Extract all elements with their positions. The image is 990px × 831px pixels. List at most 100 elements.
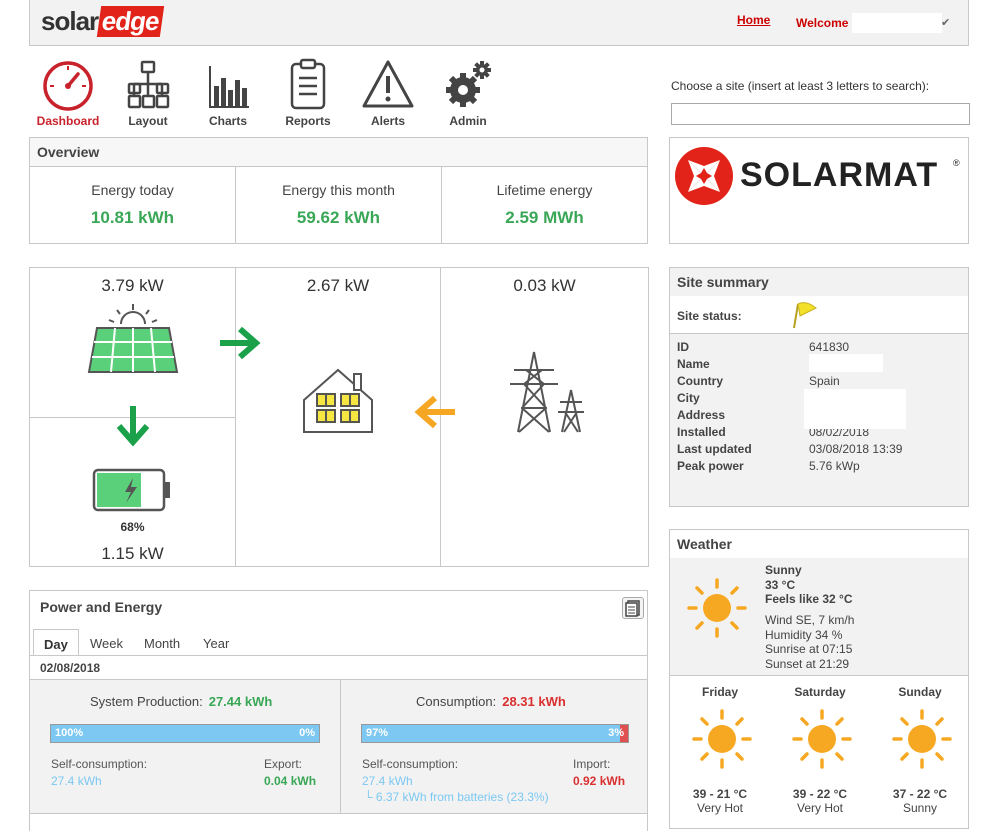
energy-today-label: Energy today	[91, 182, 174, 198]
yellow-flag-icon[interactable]	[790, 300, 818, 330]
overview-title: Overview	[30, 138, 647, 167]
export-value: 0.04 kWh	[264, 774, 317, 788]
site-summary-panel: Site summary Site status: ID 641830 Name…	[669, 267, 969, 507]
nav-charts[interactable]: Charts	[192, 58, 264, 128]
home-link[interactable]: Home	[737, 13, 770, 27]
welcome-text: Welcome ,	[796, 16, 856, 30]
gears-icon	[446, 61, 491, 107]
current-temp: 33 °C	[765, 578, 796, 592]
tab-day[interactable]: Day	[33, 629, 79, 656]
consumption-label: Consumption:	[416, 694, 497, 709]
tab-month[interactable]: Month	[134, 629, 190, 656]
wind: Wind SE, 7 km/h	[765, 613, 855, 627]
production-self-label: Self-consumption:	[51, 757, 148, 771]
lifetime-energy: Lifetime energy 2.59 MWh	[442, 166, 647, 244]
user-menu-caret[interactable]: ✔	[941, 16, 950, 29]
sun-icon	[692, 709, 752, 769]
forecast-desc: Sunny	[902, 801, 938, 815]
logo-solar-text: solar	[41, 5, 99, 36]
feels-like: Feels like 32 °C	[765, 592, 853, 606]
energy-today: Energy today 10.81 kWh	[30, 166, 235, 244]
forecast-day: Sunday 37 - 22 °C Sunny	[870, 685, 970, 815]
consumption-self-label: Self-consumption:	[362, 757, 459, 771]
layout-tree-icon	[127, 60, 170, 109]
warning-triangle-icon	[362, 60, 414, 108]
nav-layout[interactable]: Layout	[112, 58, 184, 128]
site-logo-panel: SOLARMAT ®	[669, 137, 969, 244]
forecast-temp: 37 - 22 °C	[892, 787, 948, 801]
site-status-row: Site status:	[670, 296, 968, 334]
report-export-icon	[625, 600, 640, 617]
production-self-value: 27.4 kWh	[51, 774, 102, 788]
nav-label: Layout	[128, 114, 168, 128]
summary-key: Address	[677, 408, 726, 422]
summary-value: 641830	[809, 340, 850, 354]
production-self-percent: 100%	[55, 727, 84, 739]
export-label: Export:	[264, 757, 303, 771]
clipboard-icon	[290, 58, 326, 110]
summary-key: Installed	[677, 425, 726, 439]
grid-power-value: 0.03 kW	[513, 276, 576, 295]
summary-key: Peak power	[677, 459, 744, 473]
top-header: solar edge Home Welcome , ✔	[29, 0, 969, 46]
lifetime-energy-value: 2.59 MWh	[505, 208, 584, 227]
battery-percent: 68%	[120, 520, 145, 534]
tab-week[interactable]: Week	[80, 629, 133, 656]
current-weather: Sunny 33 °C Feels like 32 °C Wind SE, 7 …	[670, 558, 968, 676]
forecast-day-name: Sunday	[898, 685, 942, 699]
sunset: Sunset at 21:29	[765, 657, 850, 671]
sun-icon	[892, 709, 952, 769]
sunrise: Sunrise at 07:15	[765, 642, 853, 656]
bar-chart-icon	[209, 66, 249, 108]
weather-title: Weather	[670, 530, 968, 559]
forecast-day-name: Friday	[701, 685, 738, 699]
production-heading: System Production: 27.44 kWh	[90, 694, 272, 709]
selected-date: 02/08/2018	[40, 661, 101, 675]
battery-power-value: 1.15 kW	[101, 544, 164, 563]
summary-key: Name	[677, 357, 710, 371]
solaredge-logo[interactable]: solar edge	[41, 5, 165, 37]
nav-reports[interactable]: Reports	[272, 58, 344, 128]
solar-panel-icon	[87, 304, 179, 373]
solarmat-wordmark: SOLARMAT	[740, 156, 939, 194]
lifetime-energy-label: Lifetime energy	[496, 182, 593, 198]
export-report-button[interactable]	[622, 597, 644, 619]
arrow-left-icon	[414, 395, 455, 429]
redacted-username	[852, 13, 942, 33]
nav-admin[interactable]: Admin	[432, 58, 504, 128]
pv-power-value: 3.79 kW	[101, 276, 164, 295]
site-status-label: Site status:	[677, 309, 742, 323]
nav-label: Charts	[208, 114, 247, 128]
sun-icon	[792, 709, 852, 769]
divider	[235, 268, 236, 566]
energy-month-label: Energy this month	[282, 182, 395, 198]
load-power-value: 2.67 kW	[306, 276, 370, 295]
nav-label: Admin	[449, 114, 487, 128]
production-bar: 100% 0%	[50, 724, 320, 743]
logo-edge-text: edge	[96, 5, 165, 37]
nav-dashboard[interactable]: Dashboard	[32, 58, 104, 128]
summary-value: 5.76 kWp	[809, 459, 860, 473]
forecast-day: Saturday 39 - 22 °C Very Hot	[770, 685, 870, 815]
energy-month-value: 59.62 kWh	[296, 208, 381, 227]
summary-key: Last updated	[677, 442, 752, 456]
summary-key: Country	[677, 374, 723, 388]
consumption-value: 28.31 kWh	[502, 694, 566, 709]
nav-label: Reports	[285, 114, 331, 128]
energy-today-value: 10.81 kWh	[90, 208, 175, 227]
consumption-import-percent: 3%	[608, 727, 624, 739]
summary-key: ID	[677, 340, 689, 354]
energy-balance-box: System Production: 27.44 kWh 100% 0% Self…	[30, 679, 647, 814]
import-label: Import:	[573, 757, 611, 771]
tab-year[interactable]: Year	[193, 629, 239, 656]
weather-panel: Weather Sunny 33 °C Feels like 32 °C Win…	[669, 529, 969, 829]
forecast-day-name: Saturday	[794, 685, 846, 699]
nav-label: Alerts	[370, 114, 405, 128]
import-value: 0.92 kWh	[573, 774, 626, 788]
site-summary-title: Site summary	[670, 268, 968, 297]
nav-alerts[interactable]: Alerts	[352, 58, 424, 128]
forecast-desc: Very Hot	[796, 801, 844, 815]
site-search-input[interactable]	[671, 103, 970, 125]
battery-contribution: └ 6.37 kWh from batteries (23.3%)	[364, 790, 549, 804]
consumption-self-percent: 97%	[366, 727, 389, 739]
